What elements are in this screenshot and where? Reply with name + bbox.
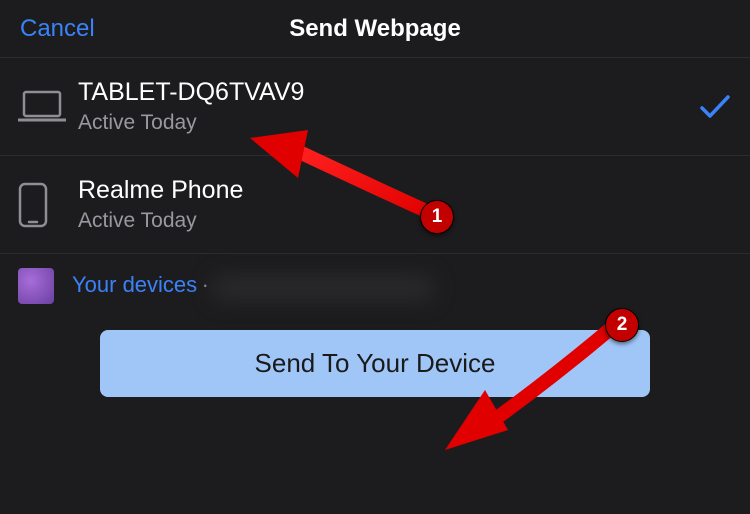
your-devices-label: Your devices · <box>72 272 433 300</box>
phone-icon <box>18 182 78 228</box>
action-area: Send To Your Device <box>0 318 750 397</box>
account-avatar <box>18 268 54 304</box>
device-name: TABLET-DQ6TVAV9 <box>78 78 690 107</box>
device-status: Active Today <box>78 209 690 233</box>
checkmark-icon <box>690 94 730 120</box>
your-devices-text: Your devices <box>72 272 197 297</box>
sheet-title: Send Webpage <box>0 15 750 43</box>
cancel-button[interactable]: Cancel <box>20 15 95 43</box>
device-info: TABLET-DQ6TVAV9 Active Today <box>78 78 690 135</box>
device-name: Realme Phone <box>78 176 690 205</box>
device-row-tablet[interactable]: TABLET-DQ6TVAV9 Active Today <box>0 58 750 156</box>
send-to-device-button[interactable]: Send To Your Device <box>100 330 650 397</box>
share-sheet: Cancel Send Webpage TABLET-DQ6TVAV9 Acti… <box>0 0 750 514</box>
laptop-icon <box>18 90 78 124</box>
device-status: Active Today <box>78 111 690 135</box>
device-info: Realme Phone Active Today <box>78 176 690 233</box>
sheet-header: Cancel Send Webpage <box>0 0 750 58</box>
device-list: TABLET-DQ6TVAV9 Active Today Realme Phon… <box>0 58 750 254</box>
separator: · <box>202 272 209 297</box>
your-devices-row[interactable]: Your devices · <box>0 254 750 318</box>
redacted-email <box>213 276 433 300</box>
device-row-phone[interactable]: Realme Phone Active Today <box>0 156 750 254</box>
